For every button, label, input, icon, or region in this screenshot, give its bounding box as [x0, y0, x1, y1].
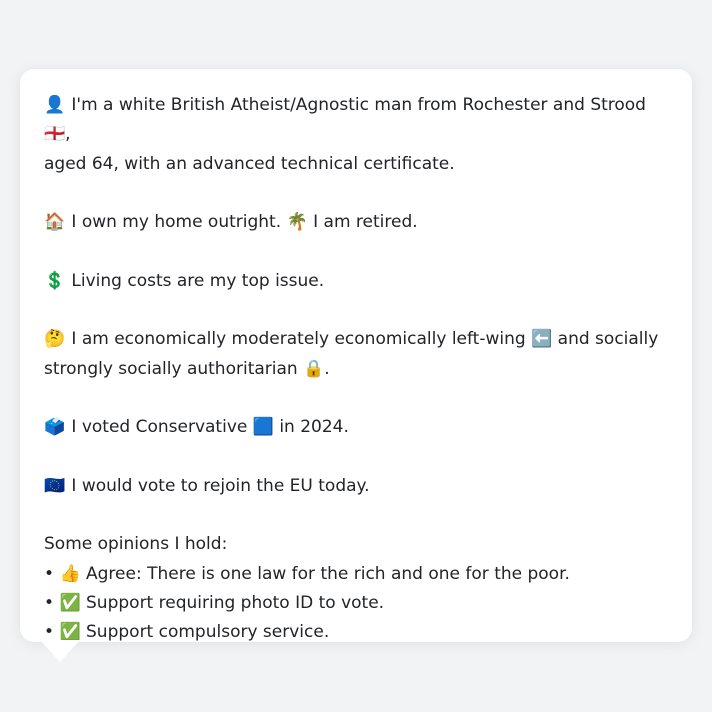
- blue-square-icon: 🟦: [252, 417, 274, 438]
- england-flag-icon: 🏴󠁧󠁢󠁥󠁮󠁧󠁿: [44, 124, 66, 145]
- palm-tree-icon: 🌴: [286, 212, 308, 233]
- thumbs-up-icon: 👍: [59, 563, 81, 584]
- opinion-item: • ✅ Support compulsory service.: [44, 618, 668, 647]
- bullet-point: •: [44, 593, 55, 614]
- issue-paragraph: 💲 Living costs are my top issue.: [44, 267, 668, 296]
- bullet-point: •: [44, 563, 55, 584]
- politics-text-end: .: [324, 358, 330, 379]
- bubble-tail: [40, 640, 80, 662]
- house-icon: 🏠: [44, 212, 66, 233]
- ballot-box-icon: 🗳️: [44, 417, 66, 438]
- persona-message-bubble: 👤 I'm a white British Atheist/Agnostic m…: [20, 69, 692, 642]
- check-mark-icon: ✅: [59, 593, 81, 614]
- vote-text-a: I voted Conservative: [71, 417, 248, 438]
- opinion-item: • 👍 Agree: There is one law for the rich…: [44, 560, 668, 589]
- eu-text: I would vote to rejoin the EU today.: [71, 475, 370, 496]
- politics-text-b: and socially: [557, 329, 659, 350]
- identity-paragraph: 👤 I'm a white British Atheist/Agnostic m…: [44, 91, 668, 179]
- politics-text-line2: strongly socially authoritarian: [44, 358, 298, 379]
- opinion-text: Support compulsory service.: [86, 622, 330, 643]
- politics-paragraph: 🤔 I am economically moderately economica…: [44, 325, 668, 384]
- opinion-item: • ✅ Support requiring photo ID to vote.: [44, 589, 668, 618]
- issue-text: Living costs are my top issue.: [71, 270, 325, 291]
- identity-text-line2: aged 64, with an advanced technical cert…: [44, 153, 455, 174]
- eu-paragraph: 🇪🇺 I would vote to rejoin the EU today.: [44, 472, 668, 501]
- home-text: I own my home outright.: [71, 212, 282, 233]
- opinions-heading: Some opinions I hold:: [44, 534, 228, 555]
- identity-text: I'm a white British Atheist/Agnostic man…: [71, 95, 646, 115]
- thinking-face-icon: 🤔: [44, 329, 66, 350]
- person-icon: 👤: [44, 95, 66, 115]
- eu-flag-icon: 🇪🇺: [44, 475, 66, 496]
- politics-text-a: I am economically moderately economicall…: [71, 329, 526, 350]
- home-paragraph: 🏠 I own my home outright. 🌴 I am retired…: [44, 208, 668, 237]
- opinion-text: Agree: There is one law for the rich and…: [86, 563, 570, 584]
- left-arrow-icon: ⬅️: [531, 329, 553, 350]
- identity-text-end: ,: [65, 124, 71, 145]
- opinion-text: Support requiring photo ID to vote.: [86, 593, 385, 614]
- lock-icon: 🔒: [303, 358, 325, 379]
- vote-text-b: in 2024.: [279, 417, 349, 438]
- retired-text: I am retired.: [313, 212, 418, 233]
- dollar-icon: 💲: [44, 270, 66, 291]
- vote-paragraph: 🗳️ I voted Conservative 🟦 in 2024.: [44, 413, 668, 442]
